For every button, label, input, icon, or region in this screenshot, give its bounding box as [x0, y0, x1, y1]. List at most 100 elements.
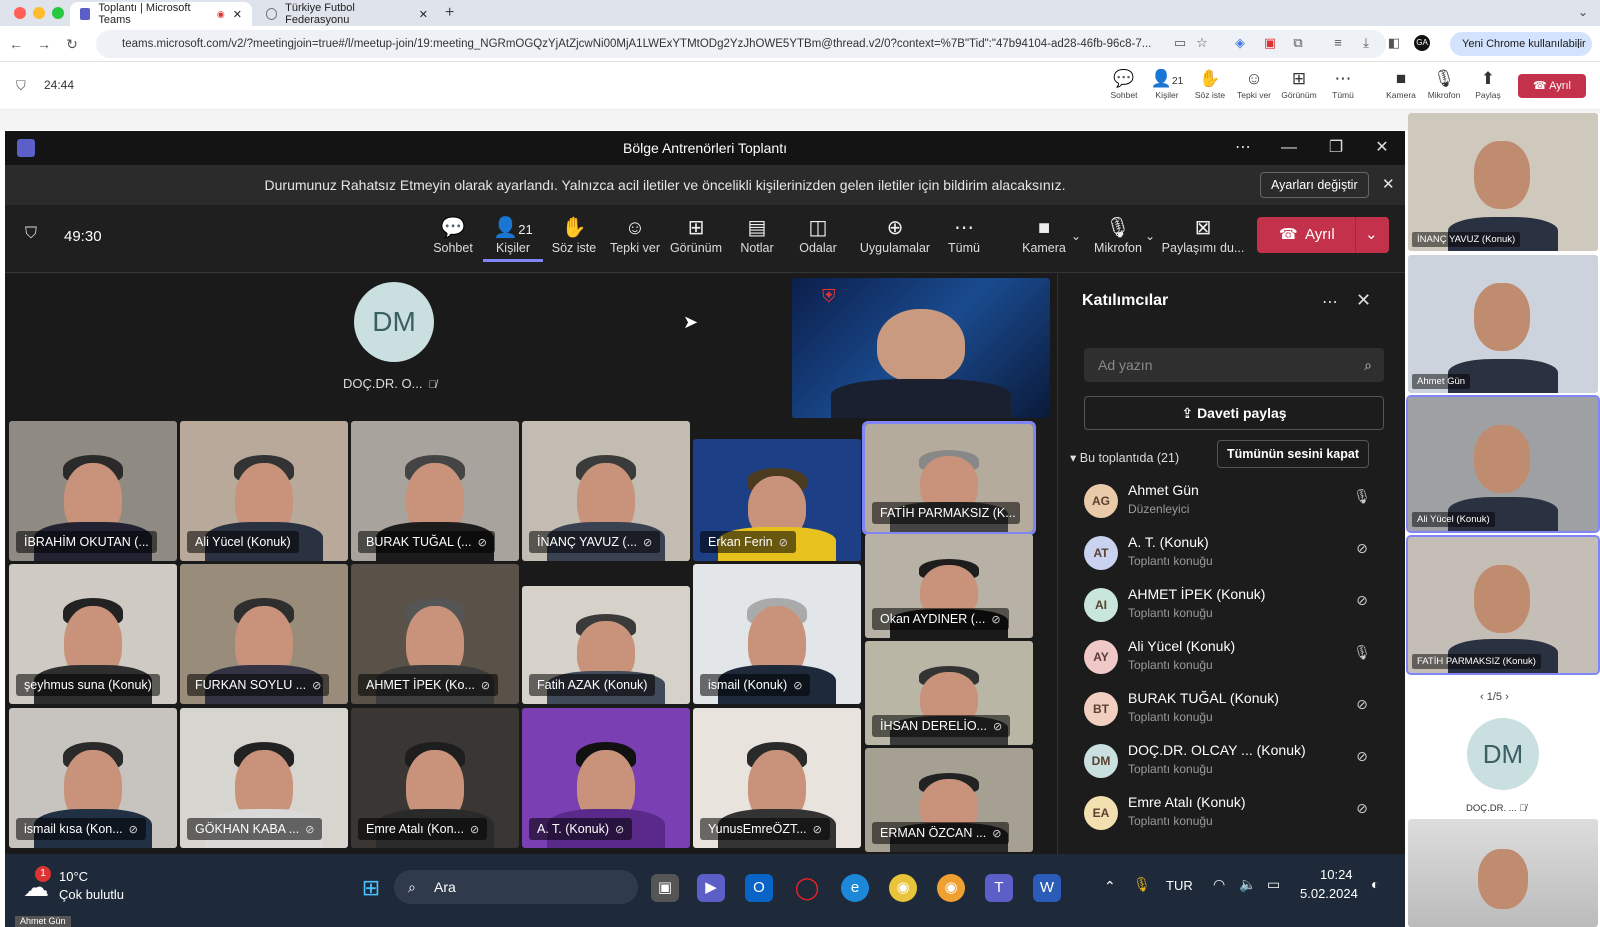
video-tile-ahmet[interactable]: AHMET İPEK (Ko... ⊘ — [351, 564, 519, 704]
strip-video-tile-ahmet-gun[interactable]: Ahmet Gün — [1408, 255, 1598, 393]
video-tile-emre[interactable]: Emre Atalı (Kon... ⊘ — [351, 708, 519, 848]
mic-off-icon[interactable]: ⊘ — [1352, 748, 1372, 770]
battery-icon[interactable]: ▭ — [1267, 876, 1280, 893]
close-tab-icon[interactable]: ✕ — [419, 8, 428, 21]
chevron-left-icon[interactable]: ‹ — [1480, 691, 1487, 703]
camera-button[interactable]: ■ Kamera — [1014, 215, 1074, 255]
word-icon[interactable]: W — [1033, 874, 1061, 902]
video-tile-fatih-azak[interactable]: Fatih AZAK (Konuk) — [522, 586, 690, 704]
profile-avatar[interactable]: GA — [1414, 35, 1430, 51]
participant-row[interactable]: AT A. T. (Konuk) Toplantı konuğu ⊘ — [1084, 530, 1384, 582]
chevron-right-icon[interactable]: › — [1502, 691, 1509, 703]
windows-start-icon[interactable]: ⊞ — [357, 874, 385, 902]
browser-tab-tff[interactable]: Türkiye Futbol Federasyonu ✕ — [256, 2, 438, 26]
video-tile-erkan[interactable]: Erkan Ferin ⊘ — [693, 439, 861, 561]
close-tab-icon[interactable]: ✕ — [233, 8, 242, 21]
search-input[interactable]: Ad yazın ⌕ — [1084, 348, 1384, 382]
video-tile-inanc[interactable]: İNANÇ YAVUZ (... ⊘ — [522, 421, 690, 561]
mic-off-icon[interactable]: ⊘ — [1352, 592, 1372, 614]
view-button[interactable]: ⊞ Görünüm — [666, 215, 726, 255]
video-tile-ismail-kisa[interactable]: ismail kısa (Kon... ⊘ — [9, 708, 177, 848]
outer-mic-button[interactable]: 🎙 Mikrofon — [1421, 68, 1467, 100]
mute-all-button[interactable]: Tümünün sesini kapat — [1217, 440, 1369, 468]
leave-button[interactable]: ☎ Ayrıl ⌄ — [1257, 217, 1389, 253]
apps-button[interactable]: ⊕ Uygulamalar — [855, 215, 935, 255]
restore-icon[interactable]: ❐ — [1313, 131, 1359, 165]
raise-hand-button[interactable]: ✋ Söz iste — [544, 215, 604, 255]
mic-off-icon[interactable]: ⊘ — [1352, 800, 1372, 822]
translate-icon[interactable]: ◈ — [1232, 35, 1248, 51]
video-tile-gokhan[interactable]: GÖKHAN KABA ... ⊘ — [180, 708, 348, 848]
strip-video-tile-inanc[interactable]: İNANÇ YAVUZ (Konuk) — [1408, 113, 1598, 251]
outer-camera-button[interactable]: ■ Kamera — [1378, 68, 1424, 100]
mic-off-icon[interactable]: ⊘ — [1352, 540, 1372, 562]
language-indicator[interactable]: TUR — [1166, 878, 1193, 893]
rooms-button[interactable]: ◫ Odalar — [788, 215, 848, 255]
volume-icon[interactable]: 🔈 — [1239, 876, 1256, 893]
edge-icon[interactable]: e — [841, 874, 869, 902]
react-button[interactable]: ☺ Tepki ver — [605, 215, 665, 255]
mic-button[interactable]: 🎙 Mikrofon — [1088, 215, 1148, 255]
outer-chat-button[interactable]: 💬 Sohbet — [1101, 68, 1147, 100]
video-tile-ali[interactable]: Ali Yücel (Konuk) — [180, 421, 348, 561]
mic-icon[interactable]: 🎙 — [1133, 876, 1151, 893]
forward-icon[interactable]: → — [34, 34, 54, 54]
video-tile-burak[interactable]: BURAK TUĞAL (... ⊘ — [351, 421, 519, 561]
presenter-video[interactable]: ⛨ — [792, 278, 1050, 418]
download-icon[interactable]: ⤓ — [1358, 35, 1374, 51]
back-icon[interactable]: ← — [6, 34, 26, 54]
chevron-down-icon[interactable]: ⌄ — [1145, 229, 1155, 243]
video-tile-okan[interactable]: Okan AYDINER (... ⊘ — [865, 534, 1033, 638]
strip-video-tile[interactable] — [1408, 819, 1598, 927]
mic-icon[interactable]: 🎙 — [1352, 644, 1372, 666]
reload-icon[interactable]: ↻ — [62, 34, 82, 54]
notifications-icon[interactable]: ◐ — [1371, 876, 1379, 892]
mic-off-icon[interactable]: ⊘ — [1352, 696, 1372, 718]
share-invite-button[interactable]: ⇪ Daveti paylaş — [1084, 396, 1384, 430]
outer-people-button[interactable]: 👤21 Kişiler — [1144, 68, 1190, 100]
participant-row[interactable]: BT BURAK TUĞAL (Konuk) Toplantı konuğu ⊘ — [1084, 686, 1384, 738]
more-icon[interactable]: ⋯ — [1322, 292, 1338, 312]
menu-icon[interactable]: ⋮ — [1573, 32, 1584, 56]
teams-icon[interactable]: T — [985, 874, 1013, 902]
participant-row[interactable]: DM DOÇ.DR. OLCAY ... (Konuk) Toplantı ko… — [1084, 738, 1384, 790]
media-icon[interactable]: ≡ — [1330, 35, 1346, 51]
chevron-down-icon[interactable]: ⌄ — [1365, 217, 1378, 253]
more-icon[interactable]: ⋯ — [1220, 131, 1266, 165]
participant-row[interactable]: EA Emre Atalı (Konuk) Toplantı konuğu ⊘ — [1084, 790, 1384, 842]
pdf-extension-icon[interactable]: ▣ — [1262, 35, 1278, 51]
outlook-icon[interactable]: O — [745, 874, 773, 902]
task-view-icon[interactable]: ▣ — [651, 874, 679, 902]
close-icon[interactable]: ✕ — [1356, 290, 1371, 311]
video-tile-ihsan[interactable]: İHSAN DERELİO... ⊘ — [865, 641, 1033, 745]
mic-icon[interactable]: 🎙 — [1352, 488, 1372, 510]
video-tile-fatih[interactable]: FATİH PARMAKSIZ (K... — [862, 421, 1036, 535]
video-tile-ibrahim[interactable]: İBRAHİM OKUTAN (... — [9, 421, 177, 561]
video-tile-seyhmus[interactable]: şeyhmus suna (Konuk) — [9, 564, 177, 704]
maximize-window-button[interactable] — [52, 7, 64, 19]
participant-row[interactable]: AY Ali Yücel (Konuk) Toplantı konuğu 🎙 — [1084, 634, 1384, 686]
bookmark-star-icon[interactable]: ☆ — [1194, 35, 1210, 51]
chrome-icon[interactable]: ◉ — [889, 874, 917, 902]
video-tile-at[interactable]: A. T. (Konuk) ⊘ — [522, 708, 690, 848]
chrome-profile-icon[interactable]: ◉ — [937, 874, 965, 902]
stop-share-button[interactable]: ⊠ Paylaşımı du... — [1160, 215, 1246, 255]
outer-leave-button[interactable]: ☎ Ayrıl — [1518, 74, 1586, 98]
chevron-up-icon[interactable]: ⌃ — [1104, 878, 1116, 895]
video-tile-erman[interactable]: ERMAN ÖZCAN ... ⊘ — [865, 748, 1033, 852]
strip-pager[interactable]: ‹ 1/5 › — [1480, 691, 1509, 703]
change-settings-button[interactable]: Ayarları değiştir — [1260, 172, 1369, 198]
teams-chat-icon[interactable]: ▶ — [697, 874, 725, 902]
notes-button[interactable]: ▤ Notlar — [727, 215, 787, 255]
more-button[interactable]: ⋯ Tümü — [934, 215, 994, 255]
close-window-button[interactable] — [14, 7, 26, 19]
participant-row[interactable]: AI AHMET İPEK (Konuk) Toplantı konuğu ⊘ — [1084, 582, 1384, 634]
chevron-down-icon[interactable]: ⌄ — [1071, 229, 1081, 243]
extensions-icon[interactable]: ⧉ — [1290, 35, 1306, 51]
outer-raise-hand-button[interactable]: ✋ Söz iste — [1187, 68, 1233, 100]
outer-react-button[interactable]: ☺ Tepki ver — [1231, 68, 1277, 100]
taskbar-search[interactable]: ⌕ Ara — [394, 870, 638, 904]
participant-row[interactable]: AG Ahmet Gün Düzenleyici 🎙 — [1084, 478, 1384, 530]
close-icon[interactable]: ✕ — [1382, 165, 1395, 205]
video-tile-yunus[interactable]: YunusEmreÖZT... ⊘ — [693, 708, 861, 848]
